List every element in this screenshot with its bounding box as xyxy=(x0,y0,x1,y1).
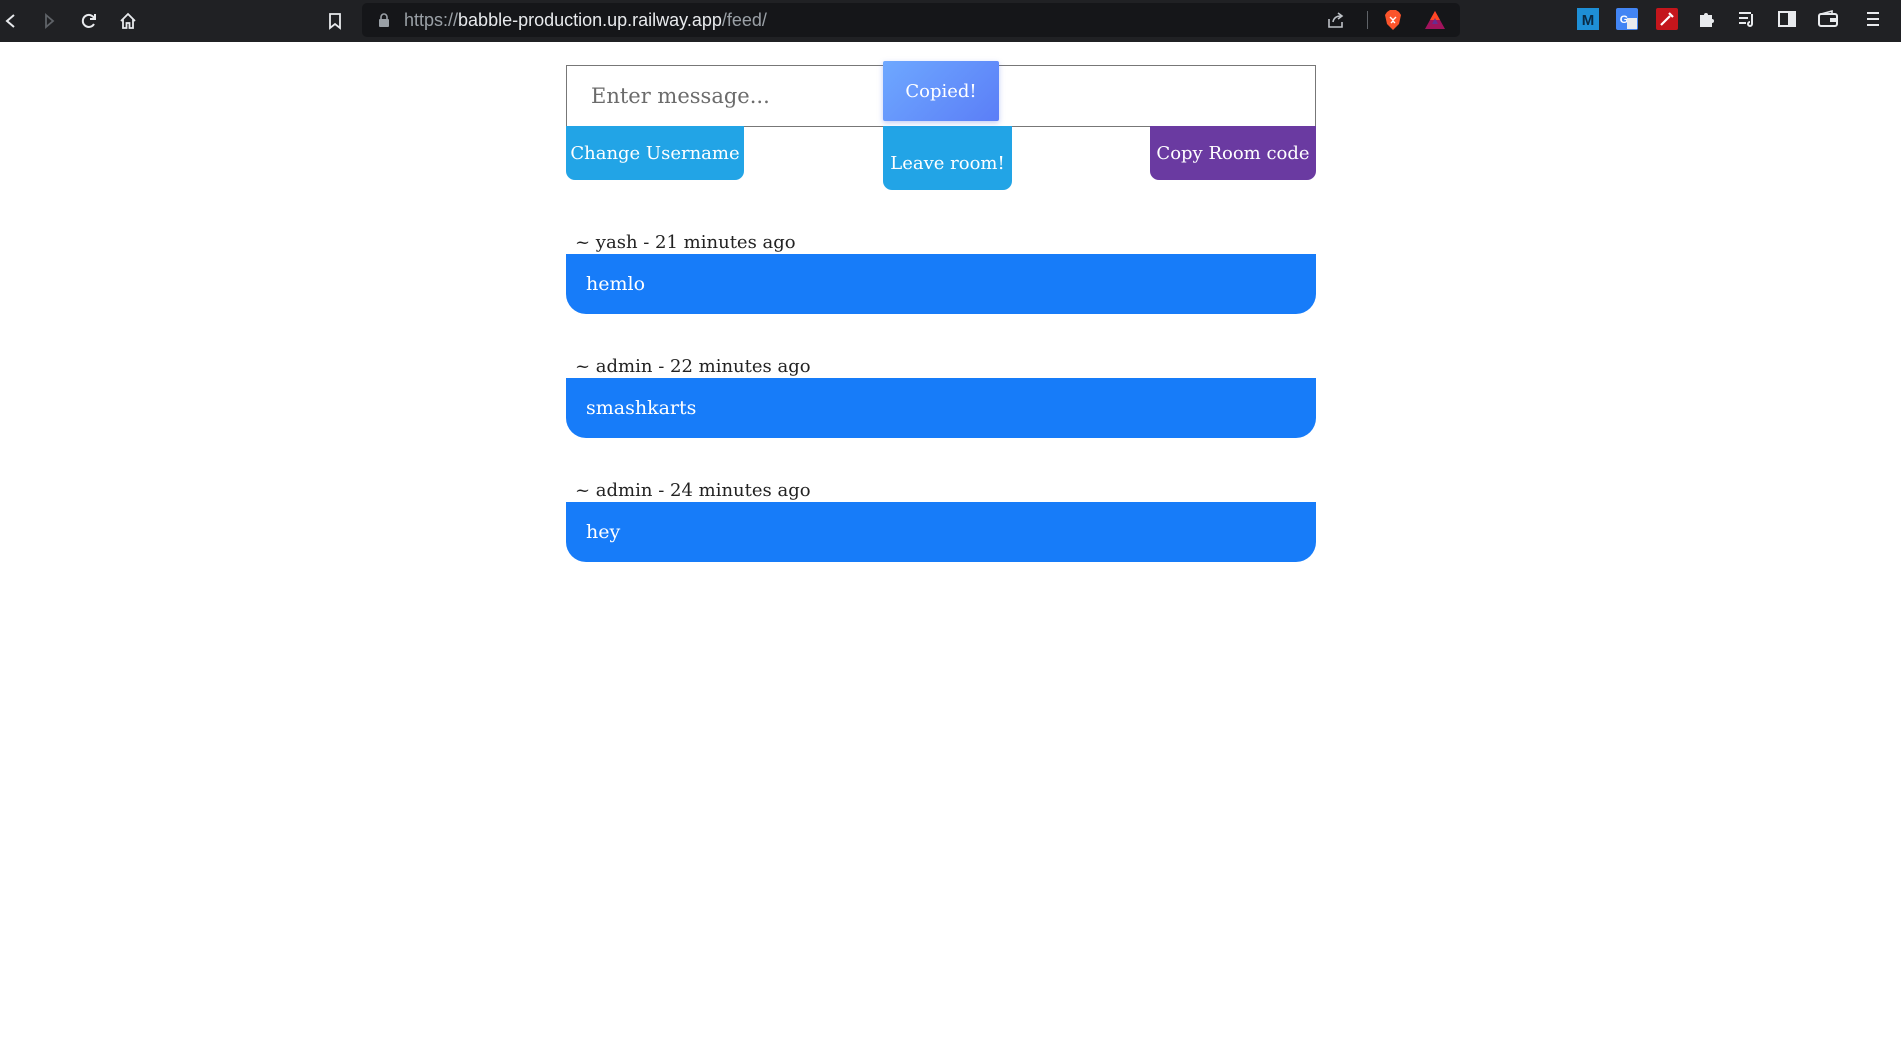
message-bubble: hemlo xyxy=(566,254,1316,314)
reload-icon[interactable] xyxy=(74,6,104,36)
wallet-icon[interactable] xyxy=(1817,8,1839,30)
home-icon[interactable] xyxy=(113,6,143,36)
message-meta: ~ yash - 21 minutes ago xyxy=(575,232,796,253)
reading-list-icon[interactable] xyxy=(1736,8,1758,30)
message-bubble: smashkarts xyxy=(566,378,1316,438)
message-bubble: hey xyxy=(566,502,1316,562)
change-username-button[interactable]: Change Username xyxy=(566,126,744,180)
address-bar[interactable]: https://babble-production.up.railway.app… xyxy=(362,3,1460,37)
url-path: /feed/ xyxy=(721,10,767,30)
copied-toast: Copied! xyxy=(883,61,999,121)
url-host: babble-production.up.railway.app xyxy=(458,10,722,30)
bookmark-icon[interactable] xyxy=(320,6,350,36)
browser-toolbar: https://babble-production.up.railway.app… xyxy=(0,0,1901,42)
chat-page: Change Username Leave room! Copy Room co… xyxy=(0,42,1901,1038)
copy-room-code-button[interactable]: Copy Room code xyxy=(1150,126,1316,180)
colorpick-extension-icon[interactable] xyxy=(1656,8,1678,30)
back-icon[interactable] xyxy=(0,6,26,36)
sidebar-icon[interactable] xyxy=(1776,8,1798,30)
svg-text:M: M xyxy=(1582,12,1595,29)
menu-icon[interactable] xyxy=(1862,8,1884,30)
brave-shields-icon[interactable] xyxy=(1383,9,1403,31)
m-extension-icon[interactable]: M xyxy=(1577,8,1599,30)
forward-icon[interactable] xyxy=(34,6,64,36)
lock-icon xyxy=(379,13,389,27)
url-text: https://babble-production.up.railway.app… xyxy=(404,3,767,37)
brave-rewards-icon[interactable] xyxy=(1424,10,1446,30)
extensions-puzzle-icon[interactable] xyxy=(1696,8,1718,30)
url-scheme: https:// xyxy=(404,10,459,30)
share-icon[interactable] xyxy=(1326,10,1346,30)
leave-room-button[interactable]: Leave room! xyxy=(883,126,1012,190)
message-meta: ~ admin - 22 minutes ago xyxy=(575,356,811,377)
message-meta: ~ admin - 24 minutes ago xyxy=(575,480,811,501)
divider xyxy=(1367,11,1368,29)
svg-text:G: G xyxy=(1620,14,1629,26)
translate-extension-icon[interactable]: G xyxy=(1616,8,1638,30)
